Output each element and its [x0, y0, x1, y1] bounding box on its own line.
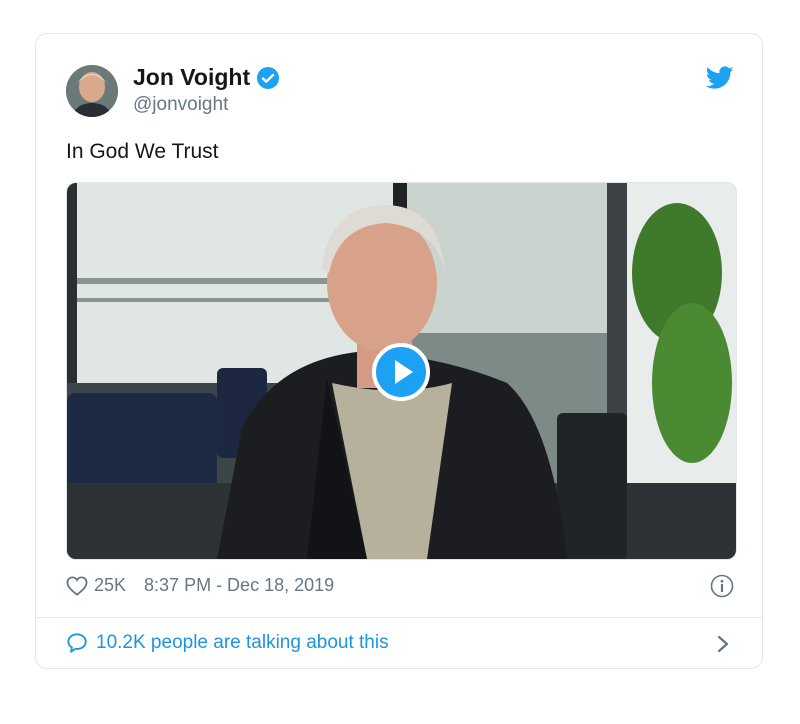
tweet-meta: 25K 8:37 PM - Dec 18, 2019 [66, 575, 334, 596]
divider [36, 617, 762, 618]
conversation-link[interactable]: 10.2K people are talking about this [66, 632, 389, 654]
speech-bubble-icon [67, 633, 87, 653]
like-count[interactable]: 25K [94, 575, 126, 596]
play-icon[interactable] [372, 343, 430, 401]
avatar[interactable] [66, 65, 118, 117]
verified-badge-icon [257, 66, 280, 89]
author-display-name[interactable]: Jon Voight [133, 64, 250, 91]
tweet-text: In God We Trust [66, 140, 219, 163]
tweet-embed-card[interactable]: Jon Voight @jonvoight In God We Trust 25… [35, 33, 763, 669]
author-handle[interactable]: @jonvoight [133, 94, 228, 116]
video-player[interactable] [66, 182, 737, 560]
conversation-text[interactable]: 10.2K people are talking about this [96, 632, 389, 654]
info-icon[interactable] [710, 574, 734, 598]
heart-icon[interactable] [66, 575, 88, 596]
chevron-right-icon[interactable] [716, 634, 730, 654]
twitter-bird-icon[interactable] [706, 66, 734, 90]
author-name-row[interactable]: Jon Voight [133, 64, 280, 91]
tweet-timestamp[interactable]: 8:37 PM - Dec 18, 2019 [144, 575, 334, 596]
